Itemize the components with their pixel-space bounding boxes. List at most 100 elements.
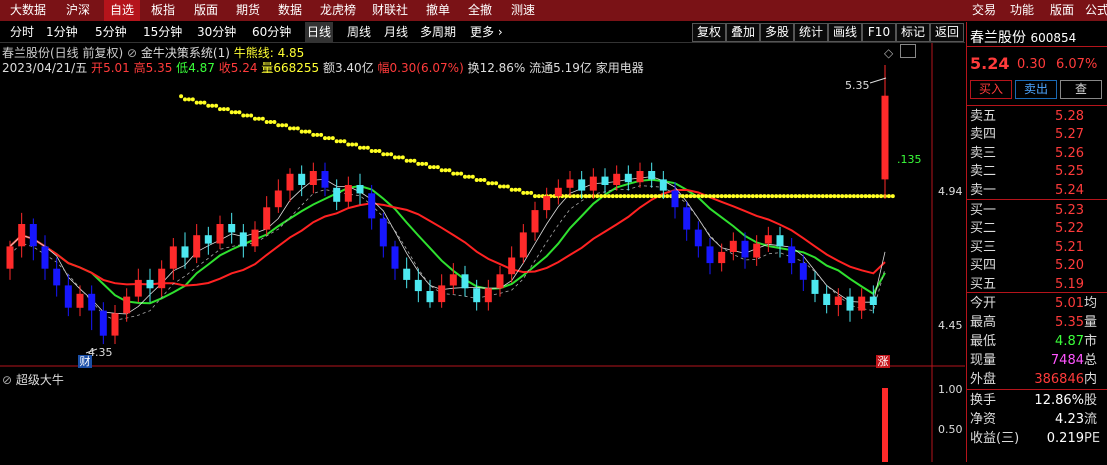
toolbar-button-3[interactable]: 统计 bbox=[794, 23, 828, 42]
dot-marker bbox=[840, 194, 845, 199]
dot-marker bbox=[564, 194, 569, 199]
stat2-extra-label: 股 bbox=[1084, 393, 1098, 408]
kline-chart[interactable]: 春兰股份(日线 前复权) ⊘ 金牛决策系统(1) 牛熊线: 4.85 2023/… bbox=[0, 43, 965, 462]
period-tab-0[interactable]: 分时 bbox=[8, 22, 36, 42]
badge-zhang[interactable]: 涨 bbox=[876, 355, 890, 368]
period-tab-6[interactable]: 日线 bbox=[305, 22, 334, 42]
period-tab-5[interactable]: 60分钟 bbox=[250, 22, 293, 42]
toolbar-button-6[interactable]: 标记 bbox=[896, 23, 930, 42]
ask-label: 卖三 bbox=[970, 145, 997, 161]
dot-marker bbox=[871, 194, 876, 199]
stat-extra-label: 内 bbox=[1084, 372, 1098, 387]
dot-marker bbox=[233, 110, 238, 115]
candle-body bbox=[729, 240, 737, 252]
menu-right-item-2[interactable]: 版面 bbox=[1050, 0, 1074, 21]
menu-item-6[interactable]: 数据 bbox=[272, 0, 308, 21]
dot-marker bbox=[735, 194, 740, 199]
indicator-toggle-icon[interactable]: ⊘ bbox=[127, 46, 137, 60]
dot-marker bbox=[463, 174, 467, 179]
bid-row[interactable]: 买四 5.20 bbox=[970, 257, 1107, 275]
menu-item-4[interactable]: 版面 bbox=[188, 0, 224, 21]
menu-item-8[interactable]: 财联社 bbox=[366, 0, 414, 21]
period-tab-7[interactable]: 周线 bbox=[345, 22, 373, 42]
ask-row[interactable]: 卖二 5.25 bbox=[970, 163, 1107, 181]
sub-toggle-icon[interactable]: ⊘ bbox=[2, 373, 12, 387]
menu-item-11[interactable]: 测速 bbox=[505, 0, 541, 21]
buy-button[interactable]: 买入 bbox=[970, 80, 1012, 99]
dot-marker bbox=[350, 142, 355, 147]
toolbar-button-0[interactable]: 复权 bbox=[692, 23, 726, 42]
menu-item-5[interactable]: 期货 bbox=[230, 0, 266, 21]
dot-marker bbox=[828, 194, 833, 199]
period-tab-1[interactable]: 1分钟 bbox=[44, 22, 80, 42]
period-tab-2[interactable]: 5分钟 bbox=[93, 22, 129, 42]
menu-item-2[interactable]: 自选 bbox=[104, 0, 141, 21]
dot-marker bbox=[334, 139, 339, 144]
candle-body bbox=[496, 274, 504, 289]
bid-row[interactable]: 买五 5.19 bbox=[970, 276, 1107, 294]
stat-row[interactable]: 外盘 386846 内 bbox=[970, 371, 1107, 389]
stat2-row[interactable]: 净资 4.23 流 bbox=[970, 411, 1107, 429]
toolbar-button-1[interactable]: 叠加 bbox=[726, 23, 760, 42]
menu-right-item-3[interactable]: 公式 bbox=[1085, 0, 1107, 21]
menu-item-3[interactable]: 板指 bbox=[145, 0, 181, 21]
period-tab-8[interactable]: 月线 bbox=[382, 22, 410, 42]
dot-marker bbox=[424, 161, 429, 166]
dot-marker bbox=[202, 100, 207, 105]
ask-row[interactable]: 卖三 5.26 bbox=[970, 145, 1107, 163]
high-marker: 5.35 bbox=[845, 79, 870, 92]
period-tab-3[interactable]: 15分钟 bbox=[141, 22, 184, 42]
ask-row[interactable]: 卖一 5.24 bbox=[970, 182, 1107, 200]
dot-marker bbox=[268, 120, 273, 124]
sell-button[interactable]: 卖出 bbox=[1015, 80, 1057, 99]
stat-row[interactable]: 最高 5.35 量 bbox=[970, 314, 1107, 332]
menu-right-item-0[interactable]: 交易 bbox=[972, 0, 996, 21]
stat-value: 386846 bbox=[1034, 372, 1084, 387]
collapse-icon[interactable]: ◇ bbox=[884, 46, 893, 60]
stat-row[interactable]: 今开 5.01 均 bbox=[970, 295, 1107, 313]
sector[interactable]: 家用电器 bbox=[596, 61, 644, 75]
bid-row[interactable]: 买二 5.22 bbox=[970, 220, 1107, 238]
toolbar-button-5[interactable]: F10 bbox=[862, 23, 896, 42]
dot-marker bbox=[603, 194, 607, 199]
menu-item-9[interactable]: 撤单 bbox=[420, 0, 456, 21]
candle-body bbox=[858, 296, 866, 311]
ask-value: 5.26 bbox=[1055, 145, 1084, 161]
toolbar-button-2[interactable]: 多股 bbox=[760, 23, 794, 42]
bid-row[interactable]: 买一 5.23 bbox=[970, 202, 1107, 220]
period-tab-10[interactable]: 更多 › bbox=[468, 22, 505, 42]
toolbar-button-4[interactable]: 画线 bbox=[828, 23, 862, 42]
ask-value: 5.24 bbox=[1055, 182, 1084, 198]
dot-marker bbox=[338, 139, 343, 144]
ask-row[interactable]: 卖五 5.28 bbox=[970, 108, 1107, 126]
dot-marker bbox=[206, 103, 211, 108]
stat2-row[interactable]: 换手 12.86% 股 bbox=[970, 392, 1107, 410]
menu-item-0[interactable]: 大数据 bbox=[4, 0, 52, 21]
stat2-row[interactable]: 收益(三) 0.219 PE bbox=[970, 430, 1107, 448]
query-button[interactable]: 查 bbox=[1060, 80, 1102, 99]
menu-right-item-1[interactable]: 功能 bbox=[1010, 0, 1034, 21]
period-tab-4[interactable]: 30分钟 bbox=[195, 22, 238, 42]
badge-cai[interactable]: 财 bbox=[78, 355, 92, 368]
stat-row[interactable]: 最低 4.87 市 bbox=[970, 333, 1107, 351]
toolbar-button-7[interactable]: 返回 bbox=[930, 23, 964, 42]
dot-marker bbox=[606, 194, 611, 199]
maximize-icon[interactable] bbox=[900, 44, 916, 58]
dot-marker bbox=[844, 194, 849, 199]
candle-body bbox=[6, 246, 14, 269]
sub-indicator-title[interactable]: 超级大牛 bbox=[16, 373, 64, 387]
indicator-name[interactable]: 金牛决策系统(1) bbox=[141, 46, 230, 60]
bid-row[interactable]: 买三 5.21 bbox=[970, 239, 1107, 257]
dot-marker bbox=[311, 132, 316, 137]
stat-row[interactable]: 现量 7484 总 bbox=[970, 352, 1107, 370]
period-tab-9[interactable]: 多周期 bbox=[418, 22, 458, 42]
menu-item-1[interactable]: 沪深 bbox=[60, 0, 96, 21]
candle-body bbox=[239, 232, 247, 247]
stock-name: 春兰股份 bbox=[970, 30, 1026, 46]
dot-marker bbox=[731, 194, 736, 199]
dot-marker bbox=[342, 139, 347, 144]
ask-value: 5.25 bbox=[1055, 164, 1084, 180]
menu-item-7[interactable]: 龙虎榜 bbox=[314, 0, 362, 21]
menu-item-10[interactable]: 全撤 bbox=[462, 0, 498, 21]
ask-row[interactable]: 卖四 5.27 bbox=[970, 126, 1107, 144]
